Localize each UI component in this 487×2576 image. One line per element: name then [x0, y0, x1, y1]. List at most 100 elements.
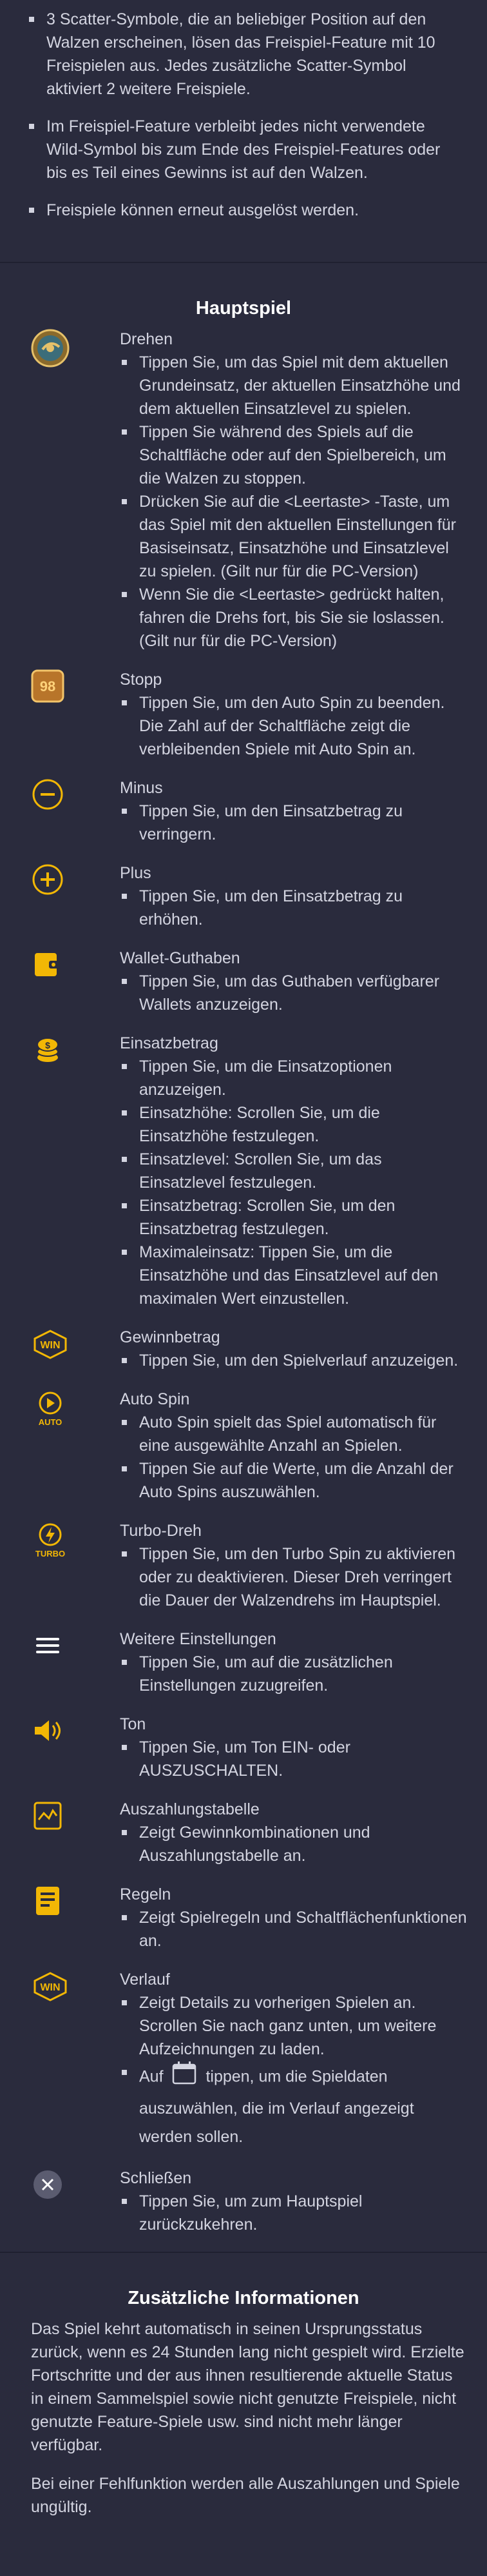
control-name: Ton: [120, 1715, 146, 1733]
control-name: Schließen: [120, 2169, 192, 2187]
intro-bullet: Im Freispiel-Feature verbleibt jedes nic…: [27, 115, 464, 184]
control-bullets: Tippen Sie, um den Spielverlauf anzuzeig…: [120, 1349, 469, 1372]
controls-list: Drehen Tippen Sie, um das Spiel mit dem a…: [0, 328, 487, 2236]
control-row: 98 Stopp Tippen Sie, um den Auto Spin zu b…: [26, 668, 469, 761]
control-name: Gewinnbetrag: [120, 1328, 220, 1346]
control-bullets: Tippen Sie, um zum Hauptspiel zurückzuke…: [120, 2190, 469, 2236]
control-name: Einsatzbetrag: [120, 1034, 218, 1052]
control-bullet: Tippen Sie, um die Einsatzoptionen anzuz…: [120, 1055, 469, 1101]
control-name: Turbo-Dreh: [120, 1522, 202, 1540]
control-bullets: Tippen Sie, um den Einsatzbetrag zu erhö…: [120, 885, 469, 931]
control-row: WIN Gewinnbetrag Tippen Sie, um den Spielv…: [26, 1326, 469, 1372]
rules-icon: [26, 1883, 120, 1919]
control-row: Drehen Tippen Sie, um das Spiel mit dem a…: [26, 328, 469, 653]
control-name: Auszahlungstabelle: [120, 1800, 260, 1818]
control-bullets: Auto Spin spielt das Spiel automatisch f…: [120, 1411, 469, 1504]
paytable-icon: [26, 1798, 120, 1834]
control-bullet: Tippen Sie, um den Spielverlauf anzuzeig…: [120, 1349, 469, 1372]
turbo-icon: TURBO: [26, 1519, 120, 1560]
control-row: Weitere Einstellungen Tippen Sie, um auf …: [26, 1627, 469, 1697]
wallet-icon: [26, 947, 120, 983]
control-bullet: Tippen Sie, um zum Hauptspiel zurückzuke…: [120, 2190, 469, 2236]
control-name: Weitere Einstellungen: [120, 1630, 276, 1648]
control-bullets: Tippen Sie, um die Einsatzoptionen anzuz…: [120, 1055, 469, 1310]
control-bullet: Tippen Sie, um den Einsatzbetrag zu verr…: [120, 800, 469, 846]
control-bullet: Auf tippen, um die Spieldaten auszuwähle…: [120, 2061, 469, 2151]
control-row: Auszahlungstabelle Zeigt Gewinnkombinatio…: [26, 1798, 469, 1867]
control-row: Regeln Zeigt Spielregeln und Schaltfläche…: [26, 1883, 469, 1952]
control-bullet: Zeigt Details zu vorherigen Spielen an. …: [120, 1991, 469, 2061]
control-name: Minus: [120, 779, 163, 797]
sound-icon: [26, 1713, 120, 1749]
control-bullets: Tippen Sie, um Ton EIN- oder AUSZUSCHALT…: [120, 1736, 469, 1782]
control-bullet: Tippen Sie, um den Turbo Spin zu aktivie…: [120, 1542, 469, 1612]
history-icon: WIN: [26, 1968, 120, 2004]
control-bullet: Tippen Sie, um den Einsatzbetrag zu erhö…: [120, 885, 469, 931]
control-row: Schließen Tippen Sie, um zum Hauptspiel z…: [26, 2167, 469, 2236]
control-row: TURBO Turbo-Dreh Tippen Sie, um den Turbo …: [26, 1519, 469, 1612]
plus-icon: [26, 861, 120, 898]
control-name: Drehen: [120, 330, 173, 348]
control-bullet: Auto Spin spielt das Spiel automatisch f…: [120, 1411, 469, 1457]
control-bullet: Tippen Sie, um Ton EIN- oder AUSZUSCHALT…: [120, 1736, 469, 1782]
control-bullet: Zeigt Spielregeln und Schaltflächenfunkt…: [120, 1906, 469, 1952]
intro-bullet: 3 Scatter-Symbole, die an beliebiger Pos…: [27, 8, 464, 101]
control-name: Verlauf: [120, 1971, 170, 1989]
intro-list: 3 Scatter-Symbole, die an beliebiger Pos…: [27, 8, 464, 222]
coins-icon: $: [26, 1032, 120, 1068]
control-row: AUTO Auto Spin Auto Spin spielt das Spiel …: [26, 1388, 469, 1504]
auto-spin-icon-label: AUTO: [39, 1417, 62, 1427]
control-bullet: Maximaleinsatz: Tippen Sie, um die Einsa…: [120, 1241, 469, 1310]
control-row: Wallet-Guthaben Tippen Sie, um das Guthab…: [26, 947, 469, 1016]
control-bullets: Zeigt Gewinnkombinationen und Auszahlung…: [120, 1821, 469, 1867]
control-bullet: Einsatzlevel: Scrollen Sie, um das Einsa…: [120, 1148, 469, 1194]
control-row: Minus Tippen Sie, um den Einsatzbetrag zu…: [26, 776, 469, 846]
control-bullets: Tippen Sie, um das Guthaben verfügbarer …: [120, 970, 469, 1016]
control-row: Ton Tippen Sie, um Ton EIN- oder AUSZUSCH…: [26, 1713, 469, 1782]
calendar-icon[interactable]: [171, 2061, 197, 2094]
control-name: Wallet-Guthaben: [120, 949, 240, 967]
svg-text:$: $: [45, 1040, 50, 1050]
intro-bullet: Freispiele können erneut ausgelöst werde…: [27, 199, 464, 222]
close-icon: [26, 2167, 120, 2203]
control-bullets: Tippen Sie, um den Einsatzbetrag zu verr…: [120, 800, 469, 846]
control-bullets: Zeigt Spielregeln und Schaltflächenfunkt…: [120, 1906, 469, 1952]
control-bullets: Tippen Sie, um das Spiel mit dem aktuell…: [120, 351, 469, 653]
control-bullets: Tippen Sie, um den Turbo Spin zu aktivie…: [120, 1542, 469, 1612]
control-row: WIN Verlauf Zeigt Details zu vorherigen Sp…: [26, 1968, 469, 2151]
control-bullet: Tippen Sie, um das Spiel mit dem aktuell…: [120, 351, 469, 420]
turbo-icon-label: TURBO: [35, 1549, 65, 1558]
control-bullet: Tippen Sie, um auf die zusätzlichen Eins…: [120, 1651, 469, 1697]
control-bullet: Drücken Sie auf die <Leertaste> -Taste, …: [120, 490, 469, 583]
additional-paragraph: Das Spiel kehrt automatisch in seinen Ur…: [31, 2320, 464, 2454]
stop-icon-label: 98: [40, 678, 55, 694]
minus-icon: [26, 776, 120, 812]
additional-paragraph: Bei einer Fehlfunktion werden alle Ausza…: [31, 2475, 460, 2516]
control-bullet: Einsatzbetrag: Scrollen Sie, um den Eins…: [120, 1194, 469, 1241]
history-icon-label: WIN: [40, 1982, 60, 1993]
control-bullet: Tippen Sie auf die Werte, um die Anzahl …: [120, 1457, 469, 1504]
win-icon: WIN: [26, 1326, 120, 1362]
control-row: $ Einsatzbetrag Tippen Sie, um die Einsatz…: [26, 1032, 469, 1310]
spin-icon: [26, 328, 120, 369]
control-bullets: Zeigt Details zu vorherigen Spielen an. …: [120, 1991, 469, 2151]
win-icon-label: WIN: [40, 1340, 60, 1351]
main-game-title: Hauptspiel: [195, 298, 292, 319]
control-bullets: Tippen Sie, um den Auto Spin zu beenden.…: [120, 691, 469, 761]
control-name: Regeln: [120, 1885, 171, 1903]
menu-icon: [26, 1627, 120, 1664]
control-name: Stopp: [120, 671, 162, 689]
additional-info-text: Das Spiel kehrt automatisch in seinen Ur…: [0, 2317, 487, 2519]
control-bullet: Tippen Sie während des Spiels auf die Sc…: [120, 420, 469, 490]
auto-spin-icon: AUTO: [26, 1388, 120, 1429]
stop-icon: 98: [26, 668, 120, 704]
control-name: Auto Spin: [120, 1390, 190, 1408]
control-bullet: Tippen Sie, um das Guthaben verfügbarer …: [120, 970, 469, 1016]
additional-info-title: Zusätzliche Informationen: [128, 2288, 359, 2308]
control-row: Plus Tippen Sie, um den Einsatzbetrag zu …: [26, 861, 469, 931]
intro-section: 3 Scatter-Symbole, die an beliebiger Pos…: [0, 0, 487, 262]
control-bullet: Wenn Sie die <Leertaste> gedrückt halten…: [120, 583, 469, 653]
control-bullets: Tippen Sie, um auf die zusätzlichen Eins…: [120, 1651, 469, 1697]
control-bullet: Einsatzhöhe: Scrollen Sie, um die Einsat…: [120, 1101, 469, 1148]
control-bullet: Zeigt Gewinnkombinationen und Auszahlung…: [120, 1821, 469, 1867]
